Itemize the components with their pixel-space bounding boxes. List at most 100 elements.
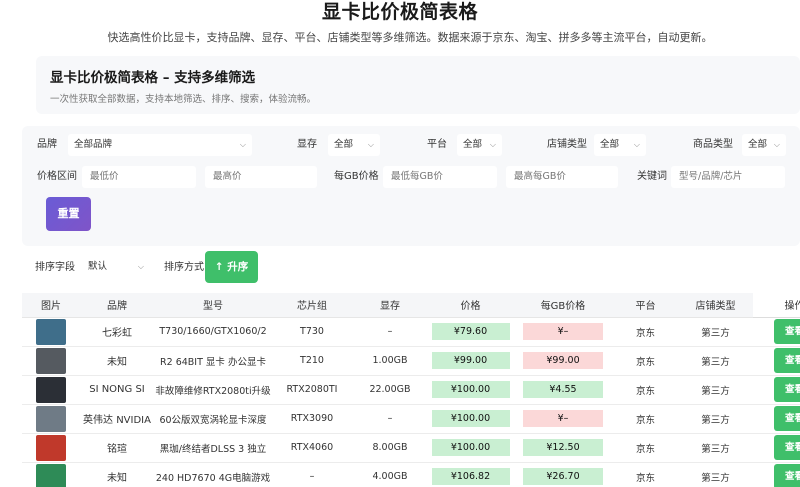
platform-cell: 京东 [613,346,678,376]
shop-type-cell: 第三方 [678,404,753,434]
table-body: 七彩虹 T730/1660/GTX1060/2 T730– ¥79.60 ¥– 京东 第三方… [22,317,800,487]
brand-cell: SI NONG SI [80,375,154,405]
product-thumbnail[interactable] [36,318,66,345]
platform-cell: 京东 [613,404,678,434]
chevron-down-icon: ⌵ [239,140,246,149]
results-table: 图片 品牌 型号 芯片组 显存 价格 每GB价格 平台 店铺类型 操作 七彩虹 T730/1660/… [22,293,800,487]
sort-ascending-button[interactable]: ↑ 升序 [205,251,258,283]
platform-select[interactable]: 全部 ⌵ [457,134,502,156]
action-cell: 查看 [753,404,800,434]
per-gb-value: ¥12.50 [523,439,603,456]
product-thumbnail[interactable] [36,434,66,461]
chip-cell: RTX4060 [272,433,352,463]
product-type-select[interactable]: 全部 ⌵ [742,134,786,156]
action-cell: 查看 [753,346,800,376]
shop-type-cell: 第三方 [678,317,753,347]
price-cell: ¥100.00 [428,375,513,405]
chip-cell: T210 [272,346,352,376]
action-cell: 查看 [753,375,800,405]
shop-type-label: 店铺类型 [547,139,587,150]
price-value: ¥106.82 [431,468,510,485]
model-text: 240 HD7670 4G电脑游戏 [155,472,271,484]
price-cell: ¥106.82 [428,462,513,487]
sort-field-value: 默认 [88,261,108,272]
platform-cell: 京东 [613,317,678,347]
shop-type-cell: 第三方 [678,433,753,463]
max-per-gb-input[interactable] [506,166,618,188]
chip-cell: T730 [272,317,352,347]
price-cell: ¥100.00 [428,433,513,463]
table-row: 未知 240 HD7670 4G电脑游戏 –4.00GB ¥106.82 ¥26.70 京… [22,462,800,487]
product-thumbnail[interactable] [36,405,66,432]
chip-cell: – [272,462,352,487]
per-gb-value: ¥– [523,323,603,340]
info-card: 显卡比价极简表格 – 支持多维筛选 一次性获取全部数据，支持本地筛选、排序、搜索… [36,56,800,114]
min-per-gb-input[interactable] [383,166,497,188]
vram-select-value: 全部 [334,139,354,150]
chip-cell: RTX3090 [272,404,352,434]
sort-field-select[interactable]: 默认 ⌵ [82,256,150,278]
model-cell: T730/1660/GTX1060/2 [154,317,272,347]
price-value: ¥100.00 [431,410,510,427]
keyword-input[interactable] [671,166,785,188]
table-row: 七彩虹 T730/1660/GTX1060/2 T730– ¥79.60 ¥– 京东 第三方… [22,317,800,347]
info-card-title: 显卡比价极简表格 – 支持多维筛选 [50,70,256,86]
column-header: 图片 [22,293,80,318]
page-title: 显卡比价极简表格 [321,1,478,23]
min-price-input[interactable] [82,166,196,188]
price-value: ¥79.60 [431,323,510,340]
action-cell: 查看 [753,433,800,463]
keyword-label: 关键词 [637,171,667,182]
table-row: 铭瑄 黑珈/终结者DLSS 3 独立 RTX4060 8.00GB ¥100.00 ¥12… [22,433,800,463]
per-gb-value: ¥26.70 [523,468,603,485]
view-button[interactable]: 查看 [773,464,800,487]
view-button[interactable]: 查看 [773,348,800,373]
product-thumbnail[interactable] [36,376,66,403]
model-cell: 60公版双宽涡轮显卡深度 [154,404,272,434]
view-button[interactable]: 查看 [773,435,800,460]
view-button[interactable]: 查看 [773,319,800,344]
model-cell: 黑珈/终结者DLSS 3 独立 [154,433,272,463]
per-gb-cell: ¥– [513,317,613,347]
price-value: ¥99.00 [431,352,510,369]
chevron-down-icon: ⌵ [773,140,780,149]
platform-cell: 京东 [613,375,678,405]
thumbnail-cell [22,375,80,405]
thumbnail-cell [22,346,80,376]
brand-cell: 七彩虹 [80,317,154,347]
vram-cell: 1.00GB [352,346,428,376]
column-header: 品牌 [80,293,154,318]
brand-label: 品牌 [37,139,57,150]
per-gb-cell: ¥– [513,404,613,434]
model-text: 非故障维修RTX2080ti升级 [155,385,271,397]
per-gb-cell: ¥4.55 [513,375,613,405]
view-button[interactable]: 查看 [773,377,800,402]
table-row: 未知 R2 64BIT 显卡 办公显卡 T210 1.00GB ¥99.00 ¥99.00… [22,346,800,376]
view-button[interactable]: 查看 [773,406,800,431]
sort-order-label: 排序方式 [164,262,204,273]
thumbnail-cell [22,433,80,463]
per-gb-value: ¥99.00 [523,352,603,369]
price-value: ¥100.00 [431,439,510,456]
vram-cell: 22.00GB [352,375,428,405]
reset-button[interactable]: 重置 [46,197,91,231]
model-text: 黑珈/终结者DLSS 3 独立 [159,443,267,455]
max-price-input[interactable] [205,166,317,188]
sort-field-label: 排序字段 [35,262,75,273]
price-cell: ¥100.00 [428,404,513,434]
thumbnail-cell [22,317,80,347]
model-text: R2 64BIT 显卡 办公显卡 [160,356,266,368]
brand-select[interactable]: 全部品牌 ⌵ [68,134,252,156]
vram-cell: 8.00GB [352,433,428,463]
vram-select[interactable]: 全部 ⌵ [328,134,380,156]
model-cell: 240 HD7670 4G电脑游戏 [154,462,272,487]
column-header: 芯片组 [272,293,352,318]
shop-type-select[interactable]: 全部 ⌵ [594,134,646,156]
product-thumbnail[interactable] [36,347,66,374]
model-text: T730/1660/GTX1060/2 [159,326,267,337]
info-card-description: 一次性获取全部数据，支持本地筛选、排序、搜索，体验流畅。 [50,94,317,105]
table-row: SI NONG SI 非故障维修RTX2080ti升级 RTX2080TI 22.00… [22,375,800,405]
action-cell: 查看 [753,317,800,347]
product-thumbnail[interactable] [36,463,66,487]
brand-cell: 未知 [80,346,154,376]
